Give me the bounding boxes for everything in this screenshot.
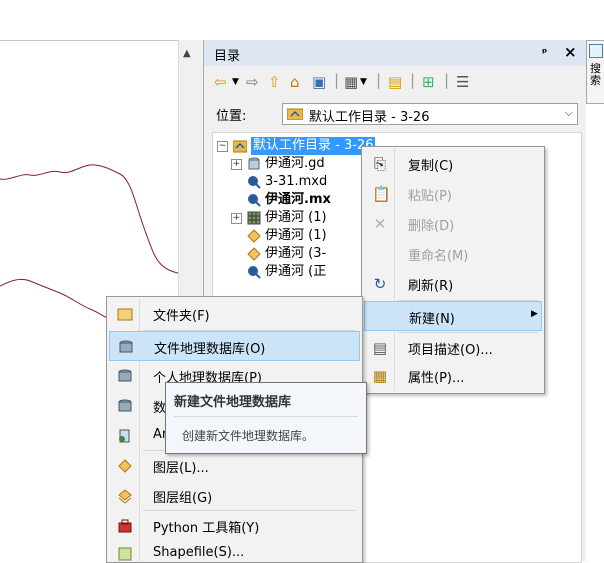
submenu-item-group-layer[interactable]: 图层组(G) [109,481,360,511]
tooltip-body: 创建新文件地理数据库。 [182,429,315,443]
tree-item-label: 伊通河 (3- [265,246,327,261]
view-dropdown-icon[interactable]: ▼ [360,72,367,92]
tree-options-icon[interactable]: ⊞ [422,72,435,92]
layer-file-icon [247,247,261,261]
expand-icon[interactable]: + [231,159,242,170]
file-gdb-icon [248,157,260,170]
menu-item-label: 新建(N) [409,312,455,327]
catalog-title-bar: 目录 ᵖ × [204,40,586,66]
chevron-down-icon[interactable]: ⌵ [565,106,573,120]
menu-item-label: Shapefile(S)... [153,545,245,560]
folder-icon [117,308,133,321]
toolbar-separator: | [334,71,340,89]
context-menu: ⎘ 复制(C) 📋 粘贴(P) ✕ 删除(D) 重命名(M) ↻ 刷新(R) 新… [361,146,545,394]
menu-item-copy[interactable]: ⎘ 复制(C) [364,149,542,179]
mxd-icon [248,176,261,189]
location-combobox[interactable]: 默认工作目录 - 3-26 ⌵ [282,103,578,125]
close-icon[interactable]: × [564,43,577,61]
home-folder-icon [287,108,303,120]
menu-item-label: 删除(D) [408,219,455,234]
description-icon: ▤ [372,339,388,357]
new-folder-icon[interactable]: ▤ [388,72,402,92]
menu-item-label: 图层组(G) [153,491,213,506]
paste-icon: 📋 [372,185,391,203]
mxd-icon [248,266,261,279]
view-toggle-icon[interactable]: ▦ [344,72,358,92]
scroll-up-arrow-icon[interactable]: ▲ [183,48,191,59]
forward-arrow-icon[interactable]: ⇨ [246,72,259,92]
arcgis-server-icon [119,429,130,443]
menu-item-label: 文件地理数据库(O) [154,342,266,357]
collapse-icon[interactable]: − [217,141,228,152]
tooltip-title: 新建文件地理数据库 [174,395,292,410]
menu-item-refresh[interactable]: ↻ 刷新(R) [364,269,542,299]
menu-item-label: 粘贴(P) [408,189,452,204]
tooltip: 新建文件地理数据库 创建新文件地理数据库。 [165,382,367,454]
layer-icon [118,459,132,473]
home-folder-icon [233,140,247,153]
expand-icon[interactable]: + [231,213,242,224]
mxd-icon [248,194,261,207]
python-toolbox-icon [118,519,132,533]
menu-item-properties[interactable]: ▦ 属性(P)... [364,361,542,391]
menu-item-description[interactable]: ▤ 项目描述(O)... [364,333,542,363]
menu-item-new[interactable]: 新建(N) ▶ [364,301,542,331]
submenu-item-file-gdb[interactable]: 文件地理数据库(O) [109,331,360,361]
search-side-tab[interactable]: 搜索 [586,40,604,104]
back-dropdown-icon[interactable]: ▼ [232,72,239,92]
connect-folder-icon[interactable]: ▣ [312,72,326,92]
pin-icon[interactable]: ᵖ [542,46,547,59]
toolbar-separator: | [444,71,450,89]
menu-item-label: 属性(P)... [408,371,465,386]
back-arrow-icon[interactable]: ⇦ [214,72,227,92]
menu-item-label: Python 工具箱(Y) [153,521,260,536]
menu-item-label: 图层(L)... [153,461,209,476]
catalog-title: 目录 [214,49,241,64]
group-layer-icon [118,489,132,504]
db-connection-icon [118,399,132,412]
file-gdb-icon [119,340,133,353]
raster-icon [247,211,261,225]
up-level-icon[interactable]: ⇧ [268,72,281,92]
side-tab-label: 搜索 [590,62,601,87]
menu-item-label: 项目描述(O)... [408,343,493,358]
tree-item-label: 伊通河.gd [265,156,325,171]
toolbar-separator: | [376,71,382,89]
menu-item-label: 重命名(M) [408,249,469,264]
properties-icon: ▦ [372,367,388,385]
location-value: 默认工作目录 - 3-26 [309,110,430,125]
menu-item-rename[interactable]: 重命名(M) [364,239,542,269]
menu-item-delete[interactable]: ✕ 删除(D) [364,209,542,239]
delete-icon: ✕ [373,215,387,233]
tree-item-label: 伊通河 (正 [265,264,327,279]
catalog-tab-icon [589,44,603,58]
menu-item-label: 复制(C) [408,159,454,174]
refresh-icon: ↻ [373,275,387,293]
submenu-item-layer[interactable]: 图层(L)... [109,451,360,481]
menu-item-label: 文件夹(F) [153,309,210,324]
personal-gdb-icon [118,369,132,382]
toolbar-separator: | [410,71,416,89]
layer-file-icon [247,229,261,243]
submenu-item-shapefile[interactable]: Shapefile(S)... [109,539,360,562]
home-icon[interactable]: ⌂ [290,72,300,92]
catalog-toolbar: ⇦ ▼ ⇨ ⇧ ⌂ ▣ | ▦ ▼ | ▤ | ⊞ | ☰ [210,71,580,96]
submenu-item-python-toolbox[interactable]: Python 工具箱(Y) [109,511,360,541]
submenu-item-folder[interactable]: 文件夹(F) [109,299,360,329]
tooltip-divider [174,416,358,417]
shapefile-icon [118,547,132,561]
menu-item-label: 刷新(R) [408,279,454,294]
tree-item-label: 伊通河 (1) [265,210,327,225]
menu-item-paste[interactable]: 📋 粘贴(P) [364,179,542,209]
location-label: 位置: [216,109,247,124]
tree-item-label: 伊通河.mx [265,192,331,207]
copy-icon: ⎘ [373,155,386,173]
tree-item-label: 伊通河 (1) [265,228,327,243]
tree-root-label: 默认工作目录 - 3-26 [251,137,376,155]
tree-item-label: 3-31.mxd [265,174,328,189]
details-view-icon[interactable]: ☰ [456,72,469,92]
submenu-arrow-icon: ▶ [531,309,538,319]
